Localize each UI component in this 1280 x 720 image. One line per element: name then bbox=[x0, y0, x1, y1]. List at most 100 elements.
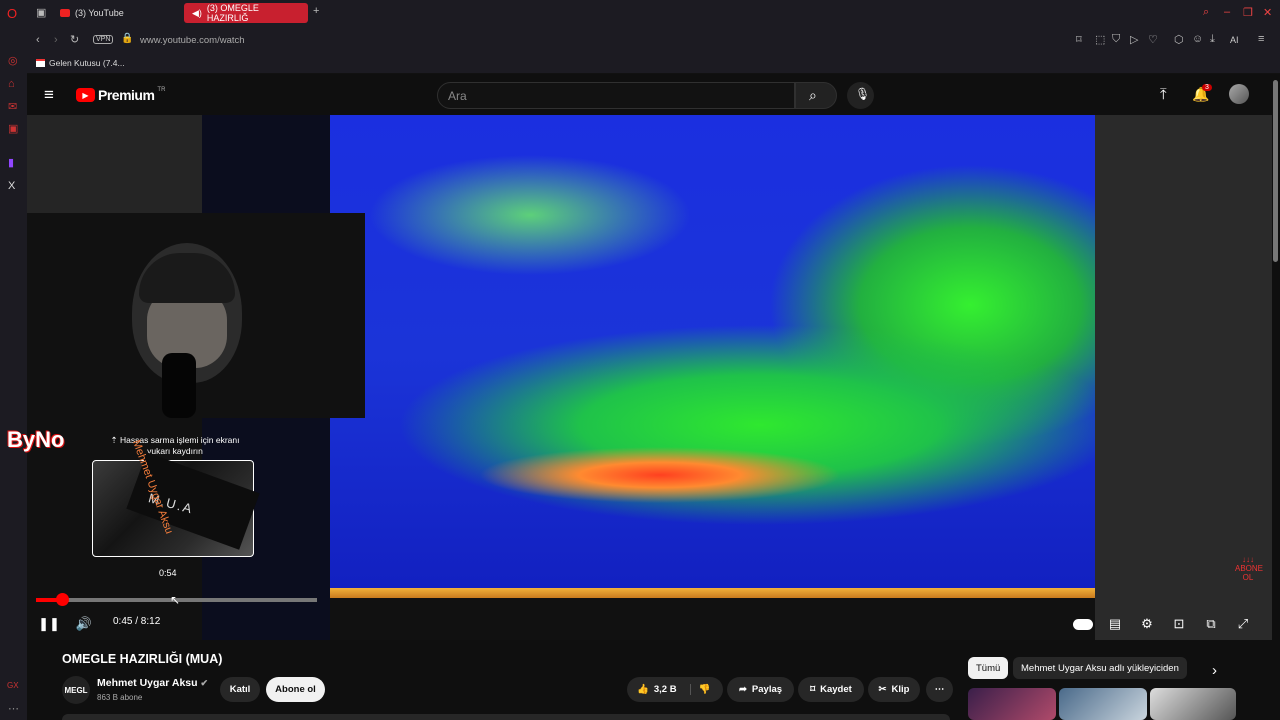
gear-icon: ⚙ bbox=[1141, 616, 1153, 631]
minimize-icon[interactable]: – bbox=[1224, 6, 1230, 18]
subscriber-count: 863 B abone bbox=[97, 693, 143, 702]
subscribe-watermark[interactable]: ↓↓↓ ABONE OL bbox=[1235, 555, 1264, 583]
share-icon: ➦ bbox=[738, 684, 747, 695]
x-twitter-icon[interactable]: X bbox=[8, 180, 15, 192]
profile-icon[interactable]: ☺ bbox=[1192, 33, 1203, 45]
more-actions-button[interactable]: ⋯ bbox=[926, 677, 953, 702]
notification-badge: 3 bbox=[1202, 84, 1212, 91]
verified-icon: ✔ bbox=[200, 678, 209, 688]
video-frame-left bbox=[27, 115, 202, 213]
webcam-overlay bbox=[27, 213, 365, 418]
bookmark-icon[interactable]: ⌑ bbox=[1076, 33, 1082, 46]
tab-youtube[interactable]: (3) YouTube bbox=[52, 3, 180, 23]
subscribe-button[interactable]: Abone ol bbox=[266, 677, 325, 702]
extensions-icon[interactable]: ⬡ bbox=[1174, 33, 1184, 46]
shield-icon[interactable]: ⛉ bbox=[1112, 33, 1120, 46]
download-icon[interactable]: ⤓ bbox=[1210, 33, 1215, 46]
subtitles-icon: ▤ bbox=[1108, 616, 1122, 631]
search-tabs-icon[interactable]: ⌕ bbox=[1203, 6, 1209, 19]
clip-button[interactable]: ✂ Klip bbox=[868, 677, 920, 702]
related-video-thumbnail[interactable] bbox=[968, 688, 1056, 720]
video-player[interactable]: ByNo ⇡ Hassas sarma işlemi için ekranı y… bbox=[7, 115, 1272, 640]
country-code: TR bbox=[157, 87, 166, 93]
join-button[interactable]: Katıl bbox=[220, 677, 260, 702]
save-label: Kaydet bbox=[820, 684, 852, 695]
seek-preview-time: 0:54 bbox=[159, 568, 177, 578]
page-scrollbar[interactable] bbox=[1272, 75, 1280, 720]
maximize-icon[interactable]: ❐ bbox=[1243, 6, 1253, 19]
aria-icon[interactable]: ◎ bbox=[8, 54, 18, 67]
volume-icon: 🔊 bbox=[75, 616, 93, 631]
save-button[interactable]: ⌑ Kaydet bbox=[798, 677, 864, 702]
hamburger-menu-icon[interactable]: ≡ bbox=[44, 85, 54, 105]
tab-label: (3) YouTube bbox=[75, 8, 124, 18]
chip-from-uploader[interactable]: Mehmet Uygar Aksu adlı yükleyiciden bbox=[1013, 657, 1187, 679]
scissors-icon: ✂ bbox=[878, 684, 887, 695]
thumbs-up-icon[interactable]: 👍 bbox=[637, 684, 649, 695]
miniplayer-button[interactable]: ⊡ bbox=[1168, 614, 1190, 634]
opera-logo-icon[interactable]: O bbox=[7, 6, 17, 21]
messenger-icon[interactable]: ✉ bbox=[8, 100, 17, 113]
related-video-thumbnail[interactable] bbox=[1150, 688, 1236, 720]
more-icon: ⋯ bbox=[934, 684, 945, 695]
scrollbar-thumb[interactable] bbox=[1273, 80, 1278, 262]
tab-omegle[interactable]: ◀) (3) OMEGLE HAZIRLIĞ bbox=[184, 3, 308, 23]
wallet-icon[interactable]: ⌂ bbox=[8, 78, 15, 90]
video-title: OMEGLE HAZIRLIĞI (MUA) bbox=[62, 652, 223, 666]
pause-button[interactable]: ❚❚ bbox=[38, 614, 60, 634]
address-bar: ‹ › ↻ VPN 🔒 www.youtube.com/watch ⌑ ⬚ ⛉ … bbox=[0, 26, 1280, 54]
snapshot-icon[interactable]: ⬚ bbox=[1095, 33, 1105, 46]
arrows-icon: ↓↓↓ bbox=[1242, 555, 1254, 564]
bookmark-gmail[interactable]: Gelen Kutusu (7.4... bbox=[49, 58, 125, 68]
channel-name[interactable]: Mehmet Uygar Aksu ✔ bbox=[97, 677, 208, 689]
voice-search-button[interactable]: 🎙 bbox=[847, 82, 874, 109]
subscribe-watermark-text: ABONE OL bbox=[1235, 564, 1264, 582]
search-input[interactable]: Ara bbox=[437, 82, 795, 109]
volume-button[interactable]: 🔊 bbox=[73, 614, 95, 634]
subtitles-button[interactable]: ▤ bbox=[1104, 614, 1126, 634]
more-icon[interactable]: ⋯ bbox=[8, 702, 19, 715]
play-icon[interactable]: ▷ bbox=[1130, 33, 1138, 46]
seek-preview-thumbnail: M.U.A Mehmet Uygar Aksu bbox=[92, 438, 260, 557]
vpn-badge[interactable]: VPN bbox=[93, 35, 114, 44]
tab-grid-icon[interactable]: ▣ bbox=[36, 6, 46, 19]
ai-button[interactable]: AI bbox=[1230, 35, 1239, 45]
search-button[interactable]: ⌕ bbox=[795, 82, 837, 109]
related-video-thumbnail[interactable] bbox=[1059, 688, 1147, 720]
thumbs-down-icon[interactable]: 👎 bbox=[689, 684, 710, 695]
forward-icon[interactable]: › bbox=[54, 34, 58, 46]
back-icon[interactable]: ‹ bbox=[36, 34, 40, 46]
lock-icon[interactable]: 🔒 bbox=[121, 33, 133, 44]
youtube-header: ≡ ▶ Premium TR Ara ⌕ 🎙 ⤒ 🔔 3 bbox=[27, 75, 1280, 115]
menu-icon[interactable]: ≡ bbox=[1258, 33, 1264, 45]
heart-icon[interactable]: ♡ bbox=[1148, 33, 1158, 46]
twitch-icon[interactable]: ▮ bbox=[8, 156, 14, 169]
autoplay-toggle[interactable] bbox=[1072, 614, 1094, 634]
scrubber-handle[interactable] bbox=[55, 593, 69, 606]
channel-name-text: Mehmet Uygar Aksu bbox=[97, 677, 198, 689]
share-button[interactable]: ➦ Paylaş bbox=[727, 677, 794, 702]
url-field[interactable]: www.youtube.com/watch bbox=[140, 35, 245, 46]
account-avatar[interactable] bbox=[1229, 84, 1249, 104]
youtube-logo[interactable]: ▶ Premium TR bbox=[76, 87, 165, 103]
reload-icon[interactable]: ↻ bbox=[70, 33, 79, 46]
cast-button[interactable]: ⧉ bbox=[1200, 614, 1222, 634]
upload-icon[interactable]: ⤒ bbox=[1160, 86, 1167, 103]
description-box[interactable] bbox=[62, 714, 950, 720]
gmail-icon bbox=[36, 59, 45, 67]
time-display: 0:45 / 8:12 bbox=[113, 616, 161, 627]
new-tab-icon[interactable]: + bbox=[313, 5, 319, 17]
settings-button[interactable]: ⚙ bbox=[1136, 614, 1158, 634]
gx-icon[interactable]: GX bbox=[7, 681, 19, 690]
youtube-play-icon: ▶ bbox=[76, 88, 95, 102]
chip-all[interactable]: Tümü bbox=[968, 657, 1009, 679]
thermal-scale-bar bbox=[330, 588, 1095, 598]
fullscreen-button[interactable]: ⤢ bbox=[1232, 614, 1254, 634]
close-icon[interactable]: ✕ bbox=[1263, 6, 1272, 19]
like-dislike-group: 👍 3,2 B 👎 bbox=[627, 677, 723, 702]
cast-icon: ⧉ bbox=[1206, 616, 1216, 631]
instagram-icon[interactable]: ▣ bbox=[8, 122, 18, 135]
channel-avatar[interactable]: MEGL bbox=[62, 676, 90, 704]
like-count[interactable]: 3,2 B bbox=[654, 684, 677, 695]
chevron-right-icon[interactable]: › bbox=[1212, 662, 1217, 679]
